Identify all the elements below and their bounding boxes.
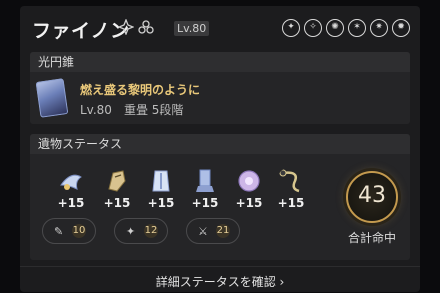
level-badge: Lv.80 (174, 21, 210, 36)
trace-icon-3[interactable]: ✺ (326, 19, 344, 37)
relic-slot-feet[interactable]: +15 (188, 167, 222, 215)
character-card: ファイノン Lv.80 ✦ ✧ ✺ ✶ ✷ ✹ 光円錐 燃え盛る黎明のように L… (20, 6, 420, 292)
light-cone-image (35, 78, 69, 118)
light-cone-section: 光円錐 燃え盛る黎明のように Lv.80 重畳 5段階 (30, 52, 410, 124)
substat-pill-crit-rate[interactable]: ✎ 10 (42, 218, 96, 244)
relic-hands-icon (108, 170, 126, 192)
light-cone-meta: Lv.80 重畳 5段階 (80, 103, 184, 117)
relic-plus-feet: +15 (191, 196, 219, 210)
card-footer: 詳細ステータスを確認 › (20, 266, 420, 293)
score-label: 合計命中 (347, 231, 396, 245)
relic-plus-hands: +15 (103, 196, 131, 210)
trace-icon-5[interactable]: ✷ (370, 19, 388, 37)
relic-plus-body: +15 (147, 196, 175, 210)
view-details-link[interactable]: 詳細ステータスを確認 › (20, 273, 420, 290)
relic-section-title: 遺物ステータス (30, 134, 410, 154)
relic-slot-body[interactable]: +15 (144, 167, 178, 215)
relic-slot-sphere[interactable]: +15 (232, 167, 266, 215)
light-cone-name: 燃え盛る黎明のように (80, 83, 201, 97)
score-ring: 43 (346, 171, 398, 223)
trace-icon-6[interactable]: ✹ (392, 19, 410, 37)
card-header: ファイノン Lv.80 ✦ ✧ ✺ ✶ ✷ ✹ (20, 6, 420, 50)
trace-icon-4[interactable]: ✶ (348, 19, 366, 37)
score-value: 43 (358, 183, 386, 208)
substat-pill-atk[interactable]: ⚔ 21 (186, 218, 240, 244)
relic-rope-icon (279, 169, 300, 193)
trace-icon-1[interactable]: ✦ (282, 19, 300, 37)
physical-element-icon (138, 20, 154, 34)
relic-feet-icon (196, 169, 214, 192)
crit-rate-icon: ✎ (54, 225, 64, 238)
substat-count: 21 (216, 224, 230, 238)
substat-count: 10 (72, 224, 86, 238)
relic-plus-rope: +15 (277, 196, 305, 210)
substat-count: 12 (144, 224, 158, 238)
relic-sphere-icon (238, 170, 260, 192)
relic-slot-rope[interactable]: +15 (274, 167, 308, 215)
relic-slot-hands[interactable]: +15 (100, 167, 134, 215)
crit-dmg-icon: ✦ (126, 225, 136, 238)
atk-icon: ⚔ (198, 225, 208, 238)
relic-body-icon (152, 170, 170, 192)
relic-plus-sphere: +15 (235, 196, 263, 210)
light-cone-section-title: 光円錐 (30, 52, 410, 72)
relic-head-icon (60, 174, 82, 190)
trace-icon-2[interactable]: ✧ (304, 19, 322, 37)
relic-plus-head: +15 (57, 196, 85, 210)
character-name: ファイノン (32, 20, 130, 42)
destruction-path-icon (118, 19, 134, 35)
substat-pill-crit-dmg[interactable]: ✦ 12 (114, 218, 168, 244)
relic-slot-head[interactable]: +15 (54, 167, 88, 215)
